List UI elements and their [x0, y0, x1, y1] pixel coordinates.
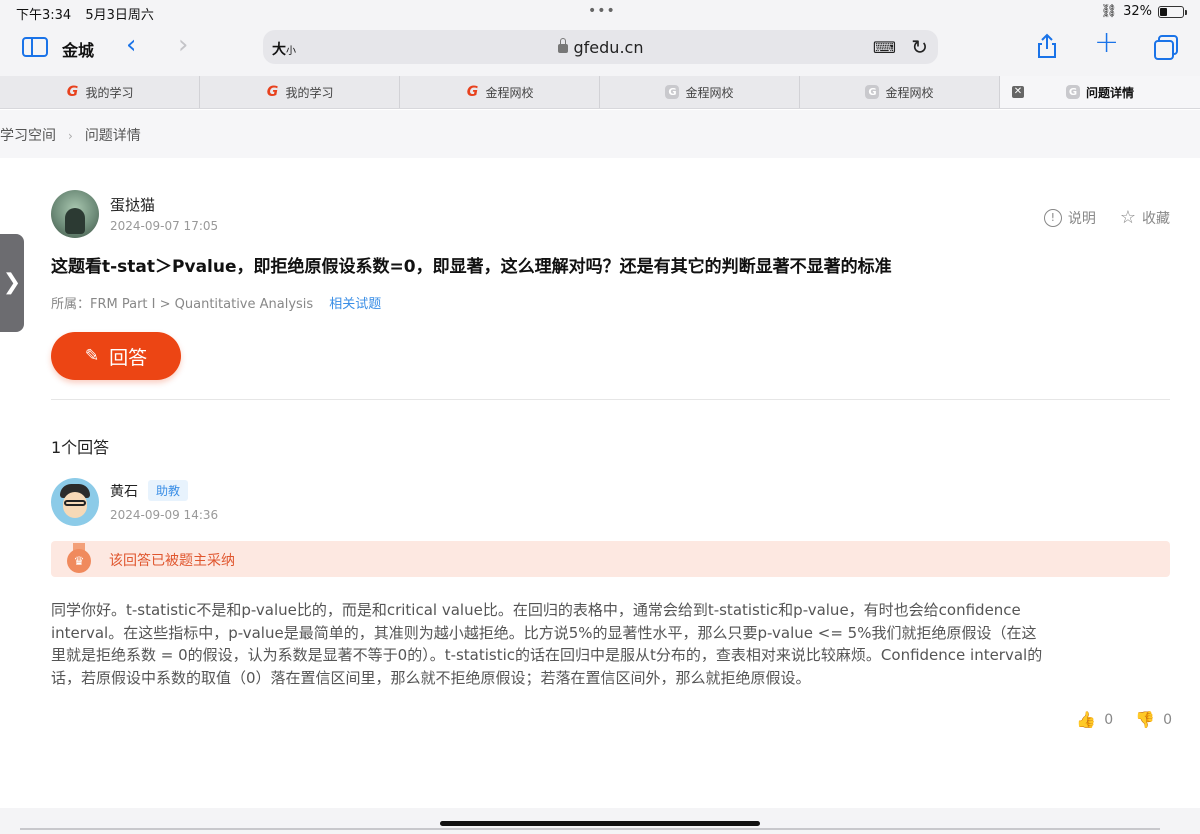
role-badge: 助教 [148, 480, 189, 501]
status-right: ⛓ 32% [1100, 4, 1187, 19]
browser-tab[interactable]: G 金程网校 [600, 76, 800, 108]
question-category: 所属：FRM Part I > Quantitative Analysis [51, 297, 314, 312]
gfedu-logo-icon: G [66, 84, 79, 100]
browser-tab[interactable]: G 我的学习 [0, 76, 200, 108]
lock-icon [557, 38, 568, 53]
generic-g-icon: G [865, 85, 880, 99]
battery-percent: 32% [1123, 4, 1152, 19]
status-bar: 下午3:34 5月3日周六 ••• ⛓ 32% [0, 0, 1200, 24]
tab-group-label[interactable]: 金城 [62, 37, 94, 61]
answers-count: 1个回答 [51, 438, 110, 457]
info-icon: ! [1043, 209, 1062, 227]
browser-tab[interactable]: G 我的学习 [200, 76, 400, 108]
sidebar-toggle-icon[interactable] [22, 37, 48, 57]
question-author-name: 蛋挞猫 [110, 196, 156, 214]
dislike-count: 0 [1163, 711, 1172, 728]
question-page: ❯ 蛋挞猫 2024-09-07 17:05 ! 说明 ☆ 收藏 这题看t-stat… [0, 158, 1200, 808]
new-tab-plus-icon[interactable]: + [1094, 28, 1119, 58]
link-icon: ⛓ [1100, 4, 1118, 19]
answer-body: 同学你好。t-statistic不是和p-value比的，而是和critical… [51, 601, 1043, 687]
gfedu-logo-icon: G [466, 84, 479, 100]
home-indicator[interactable] [440, 821, 760, 826]
dislike-button[interactable]: 👎 0 [1135, 710, 1172, 729]
extension-icon[interactable]: ⌨ [873, 38, 896, 57]
url-display[interactable]: gfedu.cn [263, 38, 938, 57]
accepted-answer-banner: ♛ 该回答已被题主采纳 [51, 541, 1170, 577]
home-indicator-area [0, 808, 1200, 834]
multitask-dots[interactable]: ••• [588, 3, 616, 19]
browser-tab-active[interactable]: ✕ G 问题详情 [1000, 76, 1200, 108]
medal-disc: ♛ [67, 549, 91, 573]
star-icon: ☆ [1119, 207, 1136, 228]
answer-timestamp: 2024-09-09 14:36 [110, 508, 219, 522]
favorite-label: 收藏 [1142, 211, 1170, 227]
breadcrumb-current: 问题详情 [84, 128, 141, 144]
forward-arrow-icon[interactable]: › [178, 32, 188, 58]
thumbs-down-icon: 👎 [1135, 710, 1156, 729]
generic-g-icon: G [1065, 85, 1080, 99]
browser-tab-bar: G 我的学习 G 我的学习 G 金程网校 G 金程网校 G 金程网校 ✕ G 问题详情 [0, 76, 1200, 109]
like-button[interactable]: 👍 0 [1076, 710, 1113, 729]
answer-author: 黄石 助教 [110, 480, 189, 501]
address-bar[interactable]: 大小 gfedu.cn ⌨ ↻ [263, 30, 938, 64]
vote-controls: 👍 0 👎 0 [1076, 710, 1172, 729]
tab-label: 金程网校 [685, 85, 734, 100]
explain-button[interactable]: ! 说明 [1043, 208, 1096, 228]
breadcrumb-root[interactable]: 学习空间 [0, 128, 56, 144]
status-left: 下午3:34 5月3日周六 [16, 4, 164, 23]
related-question-link[interactable]: 相关试题 [329, 297, 381, 312]
question-title: 这题看t-stat＞Pvalue，即拒绝原假设系数=0，即显著，这么理解对吗？还… [51, 257, 892, 277]
answer-button-label: 回答 [109, 346, 148, 369]
question-meta: 所属：FRM Part I > Quantitative Analysis 相关试… [51, 293, 381, 312]
answer-author-avatar[interactable] [51, 478, 99, 526]
reload-icon[interactable]: ↻ [911, 35, 928, 59]
medal-icon: ♛ [65, 543, 93, 575]
status-time: 下午3:34 [16, 8, 72, 23]
browser-tab[interactable]: G 金程网校 [400, 76, 600, 108]
browser-tab[interactable]: G 金程网校 [800, 76, 1000, 108]
status-date: 5月3日周六 [85, 8, 154, 23]
browser-toolbar: 金城 ‹ › 大小 gfedu.cn ⌨ ↻ + [0, 24, 1200, 76]
answer-author-name: 黄石 [110, 483, 138, 500]
question-timestamp: 2024-09-07 17:05 [110, 219, 219, 233]
breadcrumb: 学习空间 › 问题详情 [0, 110, 1200, 158]
like-count: 0 [1104, 711, 1114, 728]
tab-label: 我的学习 [85, 85, 134, 100]
share-icon[interactable] [1036, 33, 1058, 58]
tab-label: 问题详情 [1085, 85, 1134, 100]
tab-label: 我的学习 [285, 85, 334, 100]
horizontal-scrollbar[interactable] [20, 828, 1160, 830]
favorite-button[interactable]: ☆ 收藏 [1120, 208, 1170, 228]
battery-icon [1158, 5, 1187, 18]
gfedu-logo-icon: G [266, 84, 279, 100]
divider [51, 399, 1170, 400]
chevron-right-icon: › [68, 129, 73, 143]
answer-button[interactable]: ✎ 回答 [51, 332, 181, 380]
generic-g-icon: G [665, 85, 680, 99]
avatar-glasses [64, 500, 86, 506]
back-arrow-icon[interactable]: ‹ [126, 32, 136, 58]
tab-label: 金程网校 [485, 85, 534, 100]
question-actions: ! 说明 ☆ 收藏 [1043, 208, 1170, 228]
tab-overview-icon[interactable] [1154, 35, 1178, 60]
battery-fill [1160, 7, 1168, 16]
side-panel-handle[interactable]: ❯ [0, 234, 24, 332]
explain-label: 说明 [1067, 211, 1096, 227]
thumbs-up-icon: 👍 [1076, 710, 1097, 729]
accepted-label: 该回答已被题主采纳 [109, 553, 235, 569]
question-author-avatar[interactable] [51, 190, 99, 238]
url-text: gfedu.cn [573, 38, 644, 57]
close-tab-icon[interactable]: ✕ [1012, 86, 1024, 98]
tab-label: 金程网校 [885, 85, 934, 100]
pen-icon: ✎ [84, 346, 100, 366]
